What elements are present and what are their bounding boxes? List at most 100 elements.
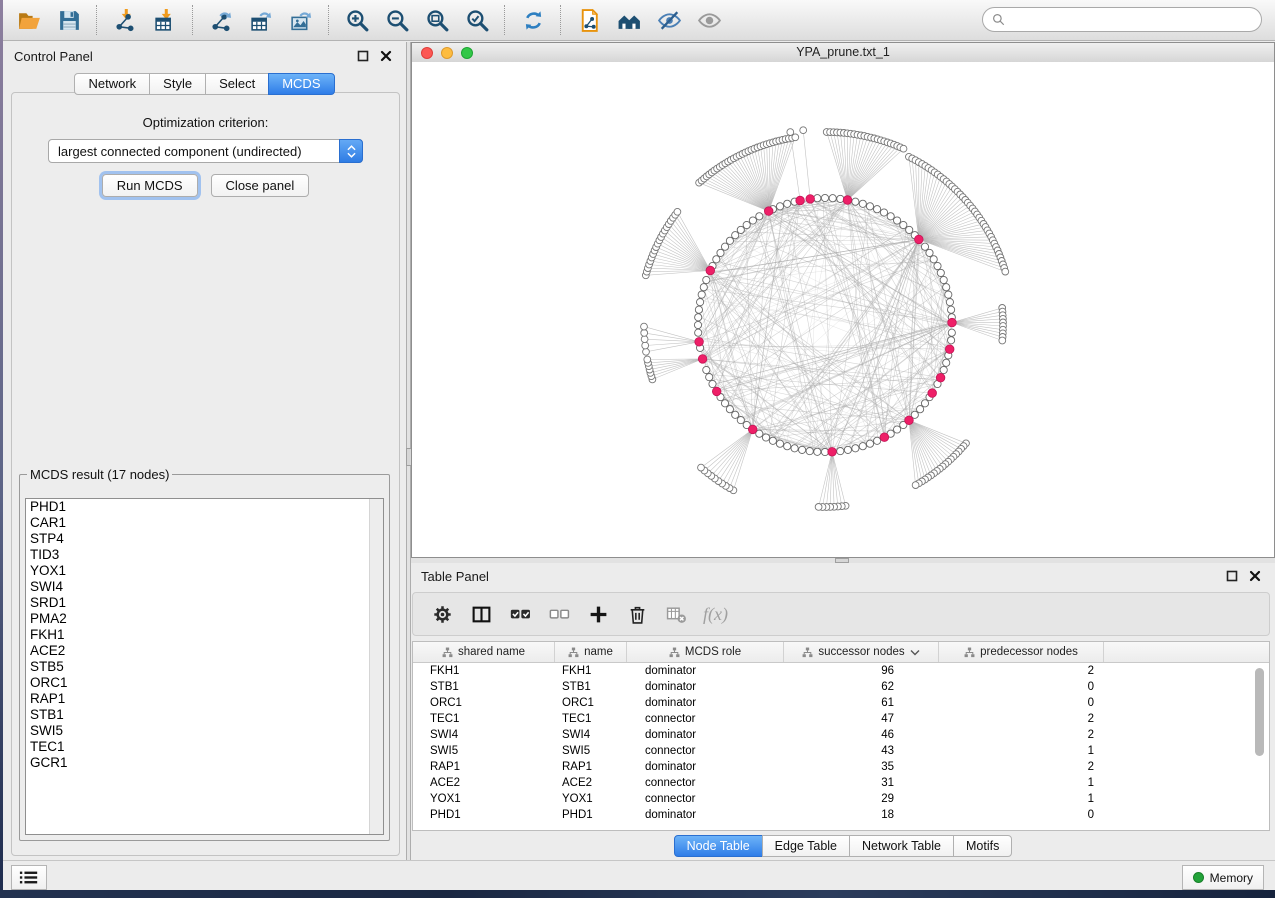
table-row[interactable]: SWI4SWI4dominator462 [413,727,1269,743]
network-edge[interactable] [790,132,800,200]
network-node[interactable] [703,366,710,373]
network-node[interactable] [887,213,894,220]
mcds-result-item[interactable]: STP4 [26,531,383,547]
table-cell[interactable]: 0 [939,695,1104,711]
mcds-result-item[interactable]: CAR1 [26,515,383,531]
network-node[interactable] [940,366,947,373]
column-header-successor-nodes[interactable]: successor nodes [784,642,939,662]
table-cell[interactable]: 0 [939,807,1104,823]
column-header-MCDS-role[interactable]: MCDS role [627,642,784,662]
table-cell[interactable]: 47 [784,711,939,727]
mcds-network-node[interactable] [695,338,704,347]
network-node[interactable] [695,306,702,313]
table-row[interactable]: TEC1TEC1connector472 [413,711,1269,727]
network-edge[interactable] [661,237,710,271]
network-node[interactable] [945,291,952,298]
mcds-network-node[interactable] [915,235,924,244]
new-network-from-selection-icon[interactable] [569,4,609,36]
table-cell[interactable]: FKH1 [413,663,555,679]
table-cell[interactable]: dominator [627,727,784,743]
network-node[interactable] [948,306,955,313]
table-cell[interactable]: YOX1 [413,791,555,807]
network-node[interactable] [641,330,648,337]
mcds-network-node[interactable] [698,355,707,364]
mcds-network-node[interactable] [706,266,715,275]
table-cell[interactable]: connector [627,711,784,727]
network-edge[interactable] [704,429,752,470]
table-cell[interactable]: dominator [627,679,784,695]
table-cell[interactable]: 61 [784,695,939,711]
network-node[interactable] [900,221,907,228]
network-edge[interactable] [919,184,950,239]
table-cell[interactable]: ORC1 [413,695,555,711]
first-neighbors-icon[interactable] [609,4,649,36]
mcds-result-item[interactable]: SWI5 [26,723,383,739]
network-node[interactable] [921,243,928,250]
table-cell[interactable]: SWI4 [413,727,555,743]
network-node[interactable] [821,194,828,201]
network-node[interactable] [917,406,924,413]
table-cell[interactable]: 2 [939,727,1104,743]
network-node[interactable] [737,226,744,233]
close-panel-icon[interactable] [379,49,392,62]
list-scrollbar[interactable] [369,499,383,834]
mcds-network-node[interactable] [828,448,837,457]
network-edge[interactable] [848,146,898,200]
table-row[interactable]: RAP1RAP1dominator352 [413,759,1269,775]
network-edge[interactable] [722,429,753,483]
table-cell[interactable]: dominator [627,759,784,775]
table-row[interactable]: ORC1ORC1dominator610 [413,695,1269,711]
mcds-result-item[interactable]: STB5 [26,659,383,675]
table-cell[interactable]: connector [627,791,784,807]
mcds-network-node[interactable] [796,196,805,205]
network-node[interactable] [762,434,769,441]
network-node[interactable] [695,314,702,321]
mcds-result-item[interactable]: FKH1 [26,627,383,643]
network-node[interactable] [900,145,907,152]
mcds-network-node[interactable] [905,416,914,425]
table-cell[interactable]: 31 [784,775,939,791]
search-input[interactable] [1010,12,1261,28]
network-edge[interactable] [768,212,833,452]
open-file-icon[interactable] [9,4,49,36]
table-cell[interactable]: 1 [939,791,1104,807]
table-cell[interactable]: dominator [627,807,784,823]
network-edge[interactable] [711,429,752,476]
network-edge[interactable] [848,138,872,200]
network-node[interactable] [641,336,648,343]
close-table-panel-icon[interactable] [1248,569,1261,582]
mcds-result-item[interactable]: TEC1 [26,739,383,755]
table-row[interactable]: FKH1FKH1dominator962 [413,663,1269,679]
network-node[interactable] [852,445,859,452]
table-cell[interactable]: 46 [784,727,939,743]
mcds-result-item[interactable]: SWI4 [26,579,383,595]
mcds-network-node[interactable] [945,345,954,354]
task-history-button[interactable] [11,865,47,890]
network-edge[interactable] [699,342,744,423]
mcds-result-item[interactable]: RAP1 [26,691,383,707]
network-node[interactable] [844,446,851,453]
network-node[interactable] [999,337,1006,344]
network-node[interactable] [694,321,701,328]
import-network-icon[interactable] [105,4,145,36]
network-edge[interactable] [832,452,846,506]
network-edge[interactable] [769,141,780,212]
network-canvas[interactable] [412,62,1274,557]
table-row[interactable]: PHD1PHD1dominator180 [413,807,1269,823]
mcds-network-node[interactable] [843,196,852,205]
mcds-result-item[interactable]: PMA2 [26,611,383,627]
network-node[interactable] [859,200,866,207]
network-edge[interactable] [669,224,711,270]
function-builder-icon[interactable]: f(x) [703,604,728,625]
table-cell[interactable]: ACE2 [413,775,555,791]
network-node[interactable] [837,448,844,455]
optimization-criterion-dropdown[interactable]: largest connected component (undirected) [48,139,363,163]
zoom-fit-icon[interactable] [417,4,457,36]
table-cell[interactable]: dominator [627,695,784,711]
table-row[interactable]: SWI5SWI5connector431 [413,743,1269,759]
table-cell[interactable]: RAP1 [413,759,555,775]
network-edge[interactable] [717,169,769,212]
network-node[interactable] [866,440,873,447]
column-header-name[interactable]: name [555,642,627,662]
table-row[interactable]: ACE2ACE2connector311 [413,775,1269,791]
